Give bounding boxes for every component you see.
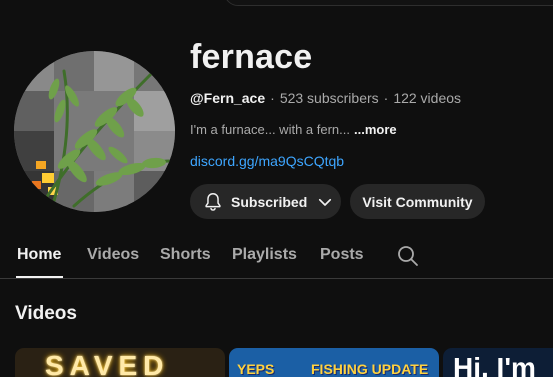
description-text: I'm a furnace... with a fern... <box>190 122 350 137</box>
bell-icon <box>205 192 221 211</box>
section-title: Videos <box>15 303 77 324</box>
channel-handle: @Fern_ace <box>190 90 266 106</box>
subscribed-label: Subscribed <box>231 193 308 210</box>
channel-meta: @Fern_ace · 523 subscribers · 122 videos <box>190 90 461 106</box>
video-count: 122 videos <box>393 90 462 106</box>
visit-community-button[interactable]: Visit Community <box>350 184 485 219</box>
video-thumbnail[interactable]: Hi, I'm <box>443 348 553 377</box>
subscriber-count: 523 subscribers <box>279 90 379 106</box>
thumbnail-text: YEPS <box>237 361 275 377</box>
channel-description[interactable]: I'm a furnace... with a fern... ...more <box>190 122 397 137</box>
tab-playlists[interactable]: Playlists <box>232 246 297 264</box>
channel-avatar[interactable] <box>14 51 175 212</box>
more-link[interactable]: ...more <box>354 122 397 137</box>
chevron-down-icon <box>319 198 332 206</box>
tab-posts[interactable]: Posts <box>320 246 364 264</box>
tab-videos[interactable]: Videos <box>87 246 139 264</box>
video-thumbnail[interactable]: YEPS FISHING UPDATE <box>229 348 439 377</box>
thumbnail-text: Hi, I'm <box>453 352 536 377</box>
meta-separator: · <box>270 90 275 106</box>
thumbnail-text: SAVED <box>45 350 170 377</box>
search-bar[interactable] <box>224 0 553 6</box>
tab-shorts[interactable]: Shorts <box>160 246 211 264</box>
search-icon[interactable] <box>396 244 420 268</box>
visit-community-label: Visit Community <box>362 193 473 210</box>
thumbnail-text: FISHING UPDATE <box>311 361 429 377</box>
channel-name: fernace <box>190 38 313 76</box>
discord-link[interactable]: discord.gg/ma9QsCQtqb <box>190 153 344 169</box>
channel-page: fernace @Fern_ace · 523 subscribers · 122 vi… <box>0 0 553 377</box>
video-thumbnail[interactable]: SAVED <box>15 348 225 377</box>
subscribed-button[interactable]: Subscribed <box>190 184 341 219</box>
tab-home[interactable]: Home <box>17 246 61 264</box>
meta-separator: · <box>383 90 389 106</box>
tabs-divider <box>0 278 553 279</box>
channel-tabs: Home Videos Shorts Playlists Posts <box>0 236 553 279</box>
